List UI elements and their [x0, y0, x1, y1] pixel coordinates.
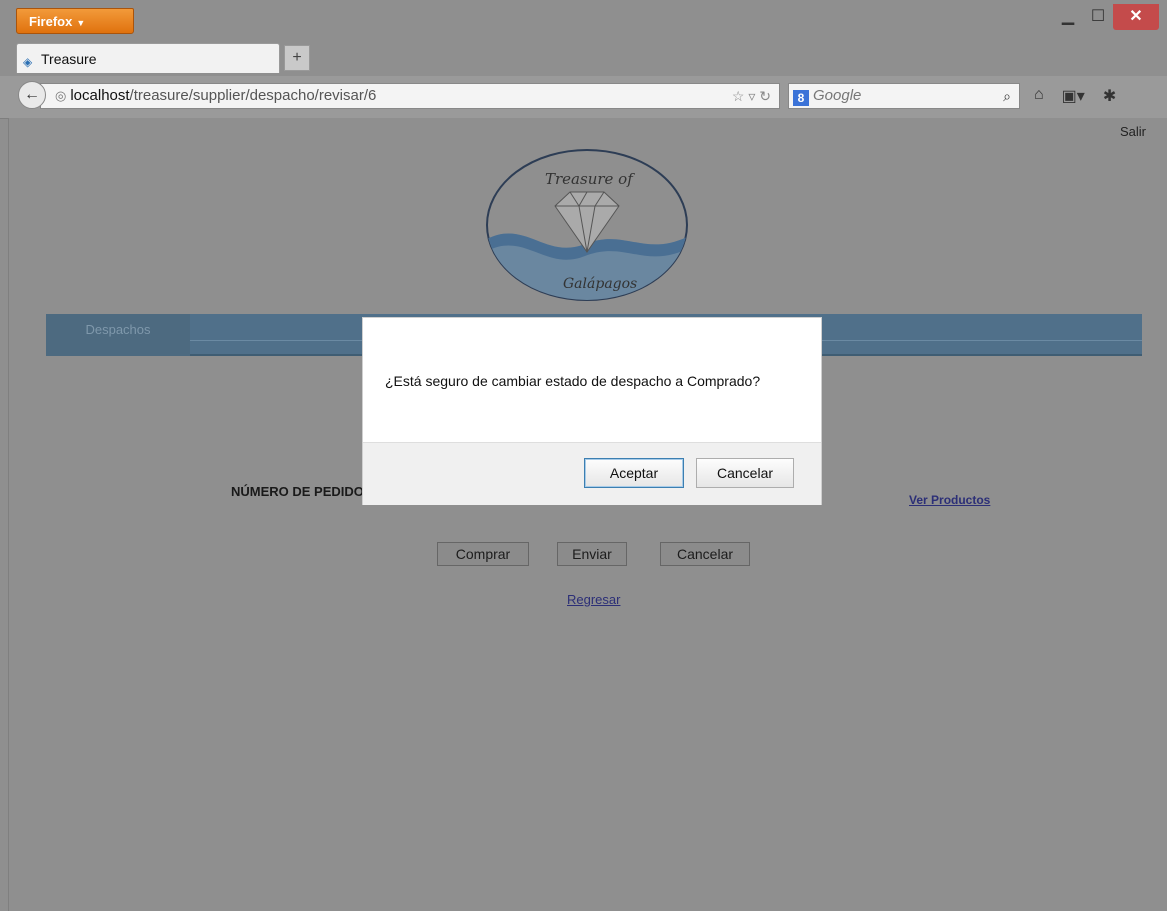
menu-item-despachos[interactable]: Despachos — [46, 314, 190, 356]
firefox-menu-button[interactable]: Firefox ▼ — [16, 8, 134, 34]
close-icon[interactable]: ✕ — [1113, 4, 1159, 30]
bookmark-star-icon[interactable]: ☆ ▿ ↻ — [732, 84, 771, 108]
logo-text-top: Treasure of — [545, 170, 635, 188]
maximize-icon[interactable]: ☐ — [1083, 4, 1113, 30]
dialog-footer: Aceptar Cancelar — [363, 442, 821, 505]
home-icon[interactable]: ⌂ — [1034, 86, 1044, 106]
addon-icon[interactable]: ✱ — [1103, 86, 1116, 106]
tab-strip: ◈ Treasure + — [0, 36, 1167, 76]
firefox-menu-label: Firefox — [29, 14, 73, 29]
back-link[interactable]: Regresar — [567, 592, 620, 607]
buy-button[interactable]: Comprar — [437, 542, 529, 566]
search-engine-label: Google — [813, 87, 862, 104]
confirm-dialog: ¿Está seguro de cambiar estado de despac… — [362, 317, 822, 505]
chevron-down-icon: ▼ — [76, 18, 86, 28]
browser-window: Firefox ▼ ▁ ☐ ✕ ◈ Treasure + ◎ localhost/tr… — [0, 0, 1167, 911]
url-path: /treasure/supplier/despacho/revisar/6 — [129, 87, 377, 104]
back-button[interactable]: ← — [18, 81, 46, 109]
logo: Treasure of Galápagos — [486, 149, 688, 301]
title-bar: Firefox ▼ ▁ ☐ ✕ — [0, 0, 1167, 36]
bookmarks-icon[interactable]: ▣▾ — [1062, 86, 1085, 106]
new-tab-button[interactable]: + — [284, 45, 310, 71]
search-icon[interactable]: ⌕ — [1003, 84, 1011, 108]
send-button[interactable]: Enviar — [557, 542, 627, 566]
globe-icon: ◎ — [55, 88, 67, 103]
dialog-cancel-button[interactable]: Cancelar — [696, 458, 794, 488]
google-icon: 8 — [793, 90, 809, 106]
order-number-label: NÚMERO DE PEDIDO — [231, 484, 364, 499]
dialog-message: ¿Está seguro de cambiar estado de despac… — [385, 373, 761, 389]
url-bar[interactable]: ◎ localhost/treasure/supplier/despacho/re… — [40, 83, 780, 109]
back-arrow-icon: ← — [24, 86, 40, 103]
tab-title: Treasure — [41, 51, 97, 67]
url-host: localhost — [70, 87, 130, 104]
view-products-link[interactable]: Ver Productos — [909, 493, 990, 507]
cancel-button[interactable]: Cancelar — [660, 542, 750, 566]
toolbar-icons: ⌂ ▣▾ ✱ — [1034, 86, 1116, 106]
tab-treasure[interactable]: ◈ Treasure — [16, 43, 280, 73]
search-bar[interactable]: 8 Google ⌕ — [788, 83, 1020, 109]
minimize-icon[interactable]: ▁ — [1053, 4, 1083, 30]
logout-link[interactable]: Salir — [1120, 124, 1146, 139]
favicon-icon: ◈ — [23, 55, 33, 69]
navigation-toolbar: ◎ localhost/treasure/supplier/despacho/re… — [0, 76, 1167, 119]
window-controls: ▁ ☐ ✕ — [1053, 4, 1159, 30]
page-content: Salir Treasure of Galápagos Despachos NÚ… — [8, 118, 1167, 911]
accept-button[interactable]: Aceptar — [584, 458, 684, 488]
logo-text-bottom: Galápagos — [563, 276, 637, 292]
